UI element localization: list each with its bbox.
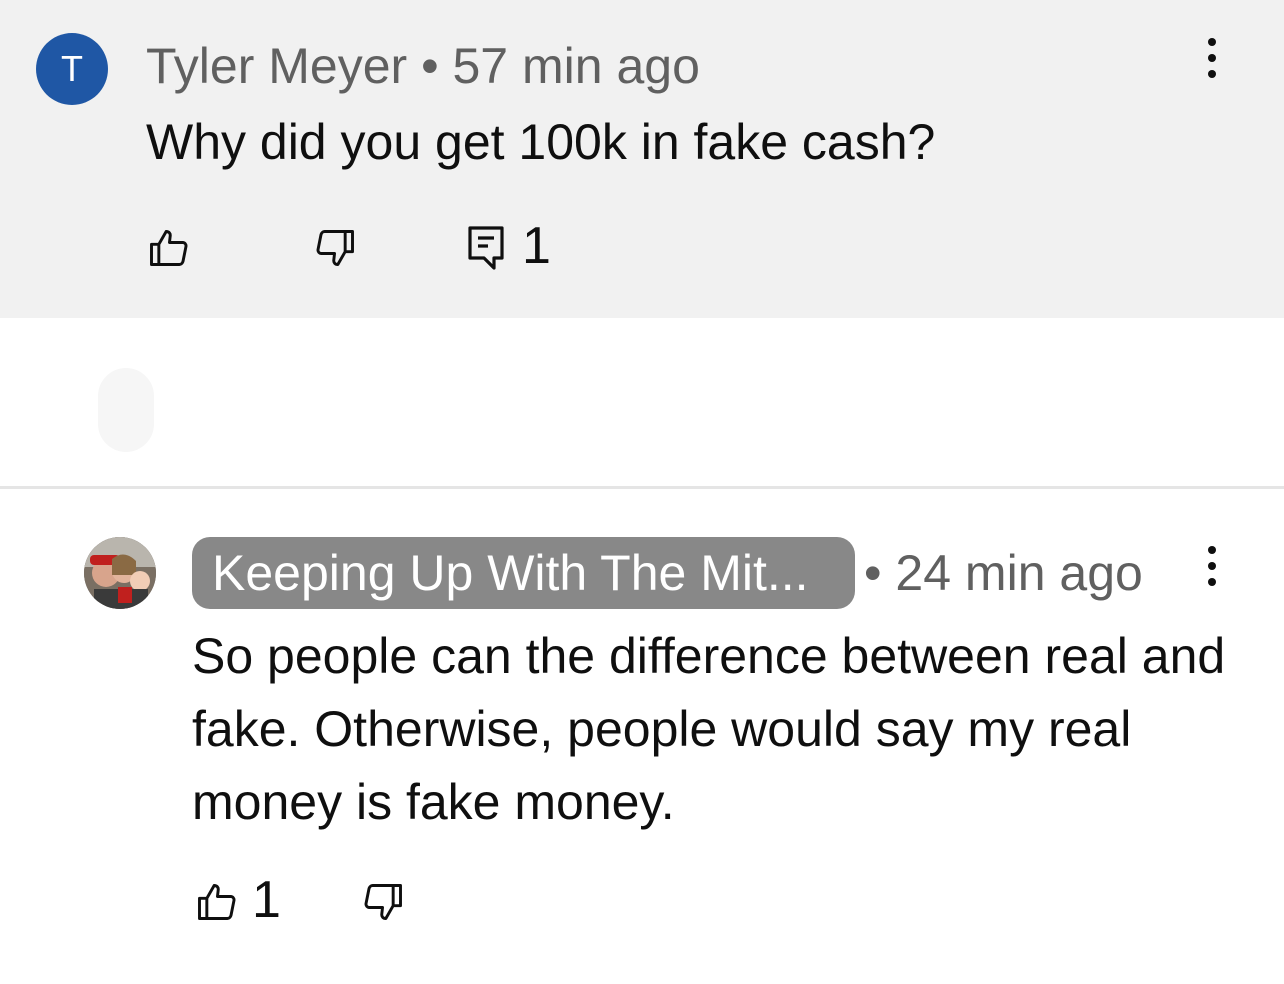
- add-reply-area[interactable]: [0, 318, 1284, 486]
- comment-author[interactable]: Tyler Meyer: [146, 38, 407, 94]
- meta-separator: •: [864, 545, 882, 601]
- reply-author-badge[interactable]: Keeping Up With The Mit...: [192, 537, 855, 609]
- thumbs-up-icon[interactable]: [194, 880, 238, 924]
- reply-time: 24 min ago: [895, 545, 1143, 601]
- family-photo-avatar[interactable]: [84, 537, 156, 609]
- meta-separator: •: [421, 38, 439, 94]
- comment-time: 57 min ago: [452, 38, 700, 94]
- reply-text: So people can the difference between rea…: [192, 628, 1226, 830]
- comment-meta: Tyler Meyer • 57 min ago: [146, 36, 700, 96]
- like-count: 1: [252, 871, 281, 929]
- thumbs-up-icon[interactable]: [146, 226, 190, 270]
- more-vert-icon[interactable]: [1200, 544, 1224, 588]
- reply-meta: • 24 min ago: [864, 543, 1143, 603]
- reply-avatar-placeholder: [98, 368, 154, 452]
- avatar[interactable]: T: [36, 33, 108, 105]
- thumbs-down-icon[interactable]: [314, 226, 358, 270]
- reply-count[interactable]: 1: [522, 216, 551, 276]
- comment-card: T Tyler Meyer • 57 min ago Why did you g…: [0, 0, 1284, 318]
- comment-icon[interactable]: [466, 222, 506, 270]
- more-vert-icon[interactable]: [1200, 36, 1224, 80]
- thumbs-down-icon[interactable]: [362, 880, 406, 924]
- comment-text: Why did you get 100k in fake cash?: [146, 114, 936, 170]
- divider: [0, 486, 1284, 489]
